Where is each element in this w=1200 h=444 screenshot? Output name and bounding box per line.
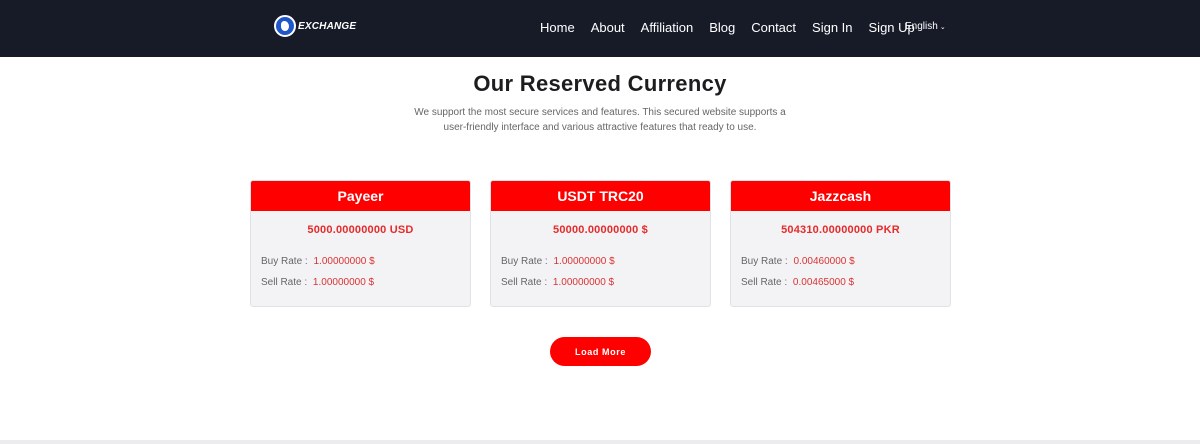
currency-card-jazzcash: Jazzcash 504310.00000000 PKR Buy Rate : … <box>730 180 951 307</box>
chevron-down-icon: ⌄ <box>939 23 946 31</box>
buy-rate-row: Buy Rate : 1.00000000 $ <box>501 256 615 267</box>
buy-rate-row: Buy Rate : 0.00460000 $ <box>741 256 855 267</box>
sell-rate-label: Sell Rate : <box>261 277 308 288</box>
language-selector[interactable]: English ⌄ <box>905 21 946 32</box>
load-more-button[interactable]: Load More <box>550 337 651 366</box>
reserve-amount: 50000.00000000 $ <box>553 224 648 236</box>
buy-rate-row: Buy Rate : 1.00000000 $ <box>261 256 375 267</box>
buy-rate-value: 1.00000000 $ <box>313 256 375 267</box>
language-label: English <box>905 21 938 32</box>
reserve-amount: 504310.00000000 PKR <box>781 224 900 236</box>
buy-rate-label: Buy Rate : <box>501 256 548 267</box>
sell-rate-label: Sell Rate : <box>501 277 548 288</box>
subtitle-line-1: We support the most secure services and … <box>414 107 786 118</box>
sell-rate-value: 1.00000000 $ <box>312 277 375 288</box>
top-navbar: EXCHANGE Home About Affiliation Blog Con… <box>0 0 1200 57</box>
site-logo[interactable]: EXCHANGE <box>274 14 356 38</box>
currency-card-usdt-trc20: USDT TRC20 50000.00000000 $ Buy Rate : 1… <box>490 180 711 307</box>
card-title: USDT TRC20 <box>491 181 710 211</box>
nav-blog-link[interactable]: Blog <box>709 20 735 36</box>
sell-rate-value: 0.00465000 $ <box>792 277 855 288</box>
sell-rate-row: Sell Rate : 1.00000000 $ <box>261 277 374 288</box>
buy-rate-value: 0.00460000 $ <box>793 256 855 267</box>
nav-sign-in-link[interactable]: Sign In <box>812 20 852 36</box>
buy-rate-label: Buy Rate : <box>741 256 788 267</box>
sell-rate-label: Sell Rate : <box>741 277 788 288</box>
section-subtitle: We support the most secure services and … <box>400 105 800 135</box>
sell-rate-row: Sell Rate : 0.00465000 $ <box>741 277 854 288</box>
card-title: Payeer <box>251 181 470 211</box>
globe-icon <box>274 15 296 37</box>
main-nav: Home About Affiliation Blog Contact Sign… <box>540 20 931 36</box>
logo-text: EXCHANGE <box>298 20 357 32</box>
buy-rate-value: 1.00000000 $ <box>553 256 615 267</box>
nav-about-link[interactable]: About <box>591 20 625 36</box>
nav-contact-link[interactable]: Contact <box>751 20 796 36</box>
nav-affiliation-link[interactable]: Affiliation <box>641 20 694 36</box>
reserve-amount: 5000.00000000 USD <box>307 224 414 236</box>
section-title: Our Reserved Currency <box>473 71 727 96</box>
sell-rate-row: Sell Rate : 1.00000000 $ <box>501 277 614 288</box>
sell-rate-value: 1.00000000 $ <box>552 277 615 288</box>
nav-home-link[interactable]: Home <box>540 20 575 36</box>
buy-rate-label: Buy Rate : <box>261 256 308 267</box>
footer-divider <box>0 440 1200 444</box>
currency-card-payeer: Payeer 5000.00000000 USD Buy Rate : 1.00… <box>250 180 471 307</box>
card-title: Jazzcash <box>731 181 950 211</box>
subtitle-line-2: user-friendly interface and various attr… <box>443 122 757 133</box>
